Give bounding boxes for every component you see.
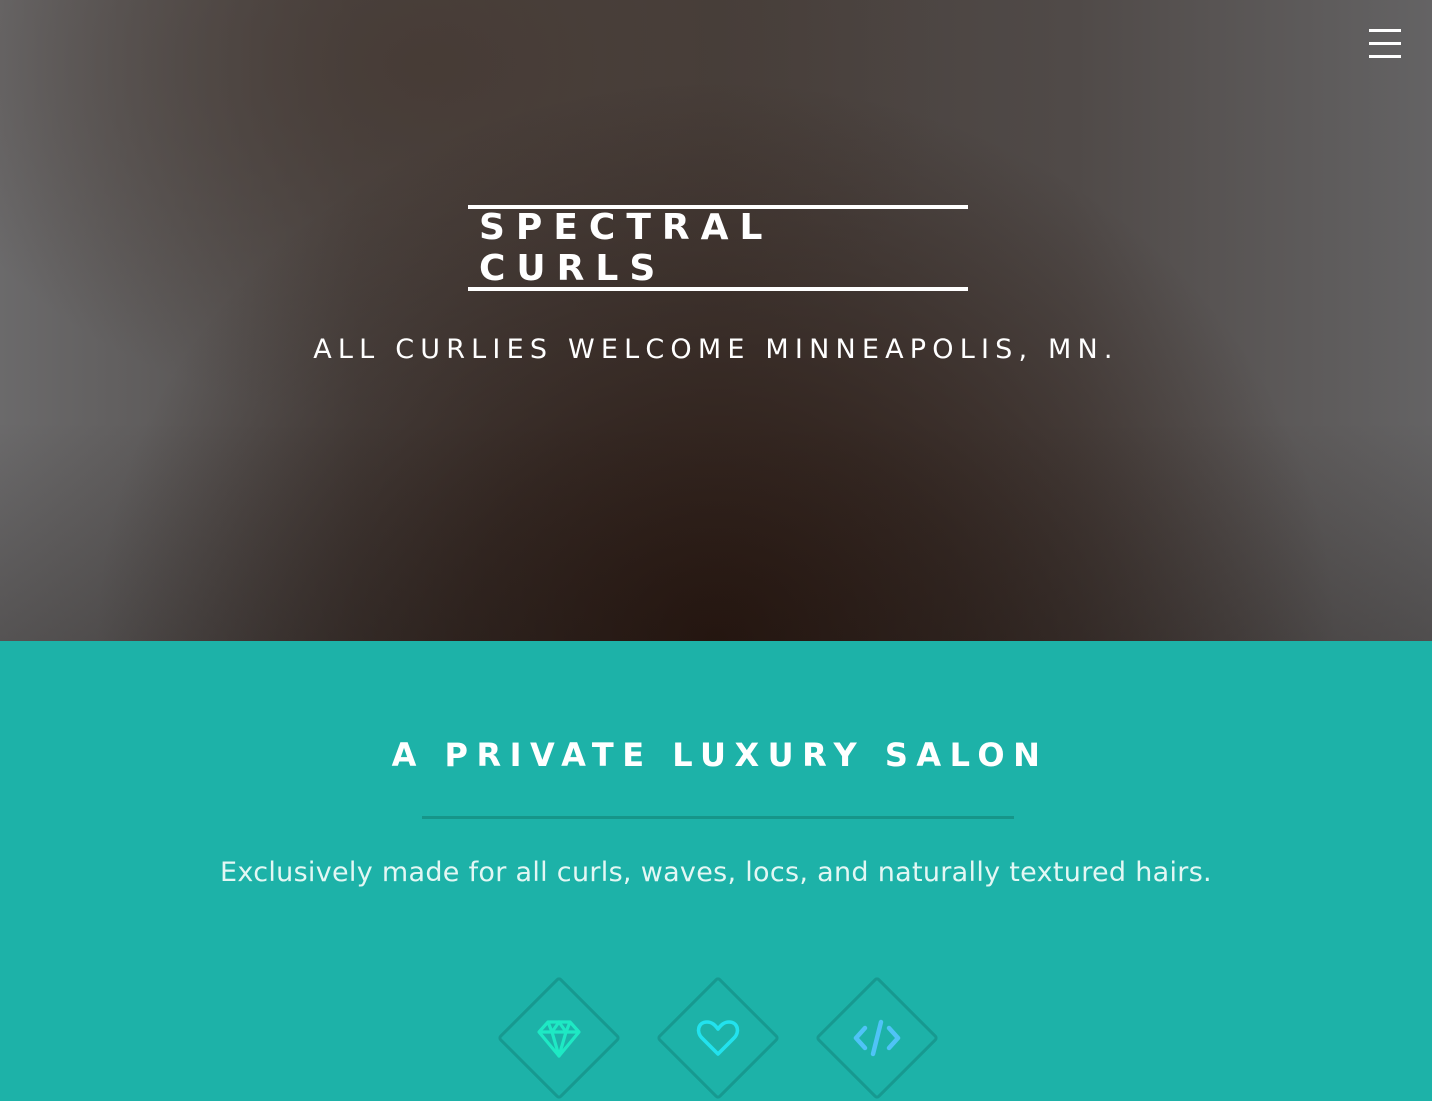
site-title: SPECTRAL CURLS — [468, 205, 968, 291]
intro-section: A PRIVATE LUXURY SALON Exclusively made … — [0, 641, 1432, 1101]
hamburger-menu-icon[interactable] — [1369, 28, 1401, 60]
banner: SPECTRAL CURLS ALL CURLIES WELCOME MINNE… — [0, 0, 1432, 641]
intro-heading: A PRIVATE LUXURY SALON — [391, 736, 1049, 774]
code-icon — [853, 1019, 901, 1057]
intro-divider — [422, 816, 1014, 819]
menu-bar-bottom — [1369, 55, 1401, 58]
intro-text: Exclusively made for all curls, waves, l… — [220, 857, 1212, 888]
feature-diamond — [496, 975, 622, 1101]
heart-icon — [696, 1020, 740, 1056]
feature-code — [814, 975, 940, 1101]
menu-bar-middle — [1369, 42, 1401, 45]
diamond-icon — [537, 1020, 581, 1058]
site-tagline: ALL CURLIES WELCOME MINNEAPOLIS, MN. — [313, 334, 1119, 365]
feature-heart — [655, 975, 781, 1101]
menu-bar-top — [1369, 29, 1401, 32]
